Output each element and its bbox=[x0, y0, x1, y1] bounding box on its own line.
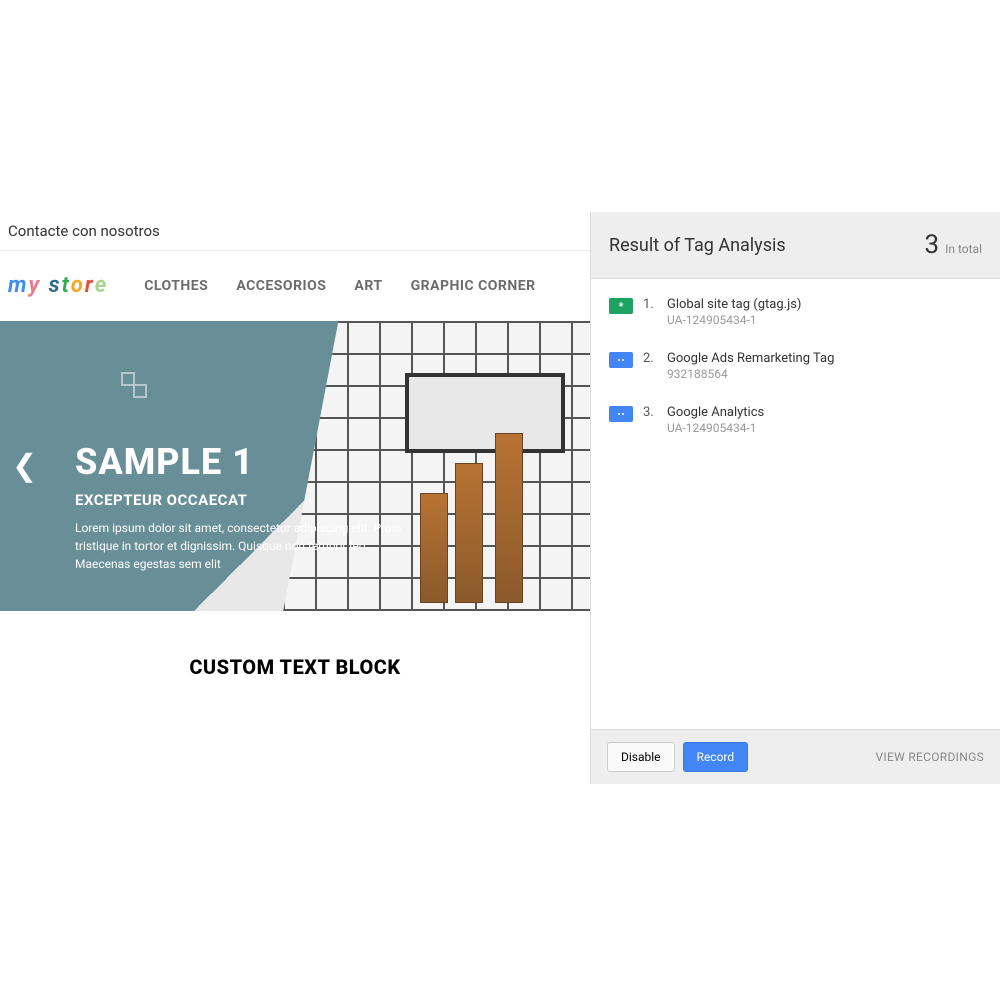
tag-row[interactable]: 2. Google Ads Remarketing Tag 932188564 bbox=[591, 339, 1000, 393]
hero-slider: SAMPLE 1 EXCEPTEUR OCCAECAT Lorem ipsum … bbox=[0, 321, 590, 611]
tag-name: Google Analytics bbox=[667, 405, 764, 420]
hero-squares-icon bbox=[120, 371, 148, 399]
site-logo[interactable]: my store bbox=[8, 273, 106, 298]
record-button[interactable]: Record bbox=[683, 742, 749, 772]
site-header: my store CLOTHES ACCESORIOS ART GRAPHIC … bbox=[0, 251, 590, 321]
nav-item-art[interactable]: ART bbox=[354, 278, 382, 294]
custom-block-title: CUSTOM TEXT BLOCK bbox=[0, 655, 590, 679]
tag-number: 3. bbox=[643, 405, 657, 420]
tag-id: UA-124905434-1 bbox=[667, 421, 764, 435]
hero-text-block: SAMPLE 1 EXCEPTEUR OCCAECAT Lorem ipsum … bbox=[75, 441, 415, 573]
tag-row[interactable]: * 1. Global site tag (gtag.js) UA-124905… bbox=[591, 285, 1000, 339]
custom-text-block: CUSTOM TEXT BLOCK bbox=[0, 611, 590, 679]
hero-title: SAMPLE 1 bbox=[75, 441, 415, 483]
panel-count: 3 In total bbox=[924, 230, 982, 260]
topbar-contact[interactable]: Contacte con nosotros bbox=[0, 212, 590, 251]
tag-id: UA-124905434-1 bbox=[667, 313, 801, 327]
tag-icon bbox=[609, 406, 633, 422]
panel-footer: Disable Record VIEW RECORDINGS bbox=[591, 729, 1000, 784]
panel-header: Result of Tag Analysis 3 In total bbox=[591, 212, 1000, 279]
nav-item-clothes[interactable]: CLOTHES bbox=[144, 278, 208, 294]
panel-count-number: 3 bbox=[924, 230, 939, 260]
tag-row[interactable]: 3. Google Analytics UA-124905434-1 bbox=[591, 393, 1000, 447]
app-frame: Contacte con nosotros my store CLOTHES A… bbox=[0, 212, 1000, 784]
tag-analysis-panel: Result of Tag Analysis 3 In total * 1. G… bbox=[590, 212, 1000, 784]
tag-number: 1. bbox=[643, 297, 657, 312]
nav-item-graphic-corner[interactable]: GRAPHIC CORNER bbox=[411, 278, 536, 294]
panel-title: Result of Tag Analysis bbox=[609, 235, 786, 256]
hero-subtitle: EXCEPTEUR OCCAECAT bbox=[75, 491, 415, 509]
nav-item-accesorios[interactable]: ACCESORIOS bbox=[236, 278, 326, 294]
tag-id: 932188564 bbox=[667, 367, 834, 381]
tag-name: Global site tag (gtag.js) bbox=[667, 297, 801, 312]
disable-button[interactable]: Disable bbox=[607, 742, 675, 772]
tag-list: * 1. Global site tag (gtag.js) UA-124905… bbox=[591, 279, 1000, 729]
tag-icon: * bbox=[609, 298, 633, 314]
tag-icon bbox=[609, 352, 633, 368]
view-recordings-link[interactable]: VIEW RECORDINGS bbox=[875, 750, 984, 764]
hero-body: Lorem ipsum dolor sit amet, consectetur … bbox=[75, 519, 415, 573]
carousel-prev-icon[interactable]: ❮ bbox=[12, 449, 37, 484]
tag-name: Google Ads Remarketing Tag bbox=[667, 351, 834, 366]
tag-number: 2. bbox=[643, 351, 657, 366]
website-preview: Contacte con nosotros my store CLOTHES A… bbox=[0, 212, 590, 784]
main-nav: CLOTHES ACCESORIOS ART GRAPHIC CORNER bbox=[144, 278, 535, 294]
panel-count-label: In total bbox=[945, 242, 982, 256]
